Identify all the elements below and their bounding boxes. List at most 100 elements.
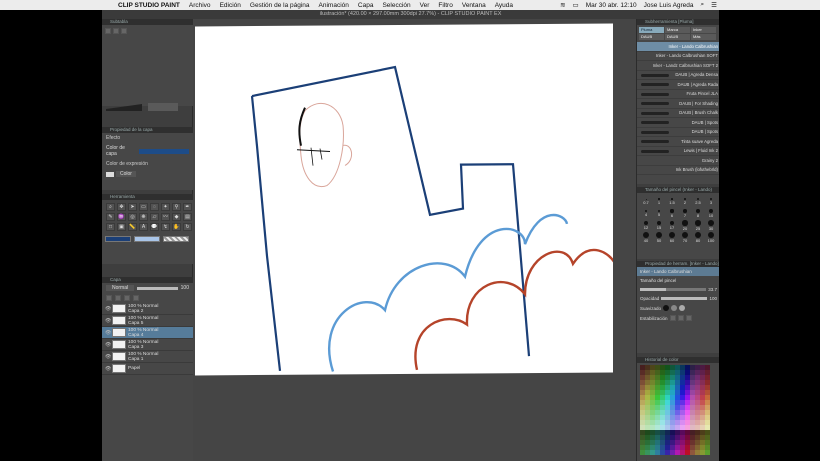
menu-animacion[interactable]: Animación	[319, 2, 349, 9]
brush-size-option[interactable]: 25	[692, 220, 704, 231]
decoration-tool-icon[interactable]: ❋	[139, 213, 148, 221]
stabilization-btn[interactable]	[677, 315, 684, 321]
layer-btn[interactable]	[106, 295, 112, 301]
drawing-canvas[interactable]	[195, 23, 617, 376]
search-icon[interactable]: ⌕	[701, 1, 705, 9]
layer-row-selected[interactable]: 👁 100 % Normal Capa 4	[102, 327, 193, 339]
menu-edicion[interactable]: Edición	[220, 2, 241, 9]
battery-icon[interactable]: ▭	[573, 1, 579, 9]
brush-size-slider[interactable]	[640, 288, 707, 291]
brush-size-option[interactable]: 10	[705, 208, 717, 219]
menu-ver[interactable]: Ver	[420, 2, 430, 9]
eye-icon[interactable]: 👁	[105, 342, 111, 348]
main-color-swatch[interactable]	[105, 236, 131, 242]
brush-size-option[interactable]: 20	[679, 220, 691, 231]
brush-size-option[interactable]: 8	[692, 208, 704, 219]
expression-color-select[interactable]: Color	[116, 171, 136, 177]
menu-ayuda[interactable]: Ayuda	[495, 2, 513, 9]
layer-row-paper[interactable]: 👁 Papel	[102, 363, 193, 375]
eraser-tool-icon[interactable]: ▱	[150, 213, 159, 221]
brush-tool-icon[interactable]: ♒	[117, 213, 126, 221]
brush-size-option[interactable]: 1	[653, 196, 665, 207]
stabilization-btn[interactable]	[685, 315, 692, 321]
tab-daub-1[interactable]: DAUB	[639, 34, 664, 40]
layer-btn[interactable]	[133, 295, 139, 301]
smoothing-icon[interactable]	[663, 305, 670, 311]
brush-item[interactable]: Grainy 2	[637, 156, 720, 166]
gradient-tool-icon[interactable]: ▤	[183, 213, 192, 221]
brush-size-option[interactable]: 4	[640, 208, 652, 219]
color-swatch[interactable]	[705, 450, 710, 455]
brush-item[interactable]: Ink Brush (lofuthebrld)	[637, 166, 720, 175]
layer-row[interactable]: 👁 100 % Normal Capa 2	[102, 303, 193, 315]
tab-inker[interactable]: Inker	[691, 27, 716, 33]
brush-size-option[interactable]: 2	[679, 196, 691, 207]
brush-size-option[interactable]: 15	[653, 220, 665, 231]
brush-item[interactable]: DAUB | Spots	[637, 128, 720, 137]
brush-item[interactable]: DAUB | Brush Chalk	[637, 109, 720, 118]
brush-item[interactable]: DAUB | Spots	[637, 118, 720, 128]
fill-tool-icon[interactable]: ◆	[172, 213, 181, 221]
brush-item[interactable]: DAUB | Agreda Rada	[637, 80, 720, 90]
layer-opacity-slider[interactable]	[137, 286, 178, 290]
brush-item[interactable]: Inker - Lando Calbrushian SOFT	[637, 52, 720, 61]
airbrush-tool-icon[interactable]: ◎	[128, 213, 137, 221]
brush-item[interactable]: DAUB | For Shading	[637, 99, 720, 109]
brush-size-option[interactable]: 50	[653, 232, 665, 243]
blend-tool-icon[interactable]: 〰	[161, 213, 170, 221]
menu-seleccion[interactable]: Selección	[382, 2, 410, 9]
brush-size-value[interactable]: 33.7	[708, 287, 717, 292]
smoothing-icon[interactable]	[671, 305, 678, 311]
subtool-btn[interactable]	[105, 28, 111, 34]
brush-size-option[interactable]: 17	[666, 220, 678, 231]
tab-marca[interactable]: Marca	[665, 27, 690, 33]
eye-icon[interactable]: 👁	[105, 306, 111, 312]
figure-tool-icon[interactable]: □	[106, 223, 115, 231]
menu-gestion-pagina[interactable]: Gestión de la página	[250, 2, 310, 9]
subtool-btn[interactable]	[113, 28, 119, 34]
eye-icon[interactable]: 👁	[105, 330, 111, 336]
brush-size-option[interactable]: 30	[705, 220, 717, 231]
menu-list-icon[interactable]: ☰	[711, 1, 717, 9]
eye-icon[interactable]: 👁	[105, 366, 111, 372]
sub-color-swatch[interactable]	[134, 236, 160, 242]
menu-filtro[interactable]: Filtro	[438, 2, 452, 9]
text-tool-icon[interactable]: A	[139, 223, 148, 231]
menu-archivo[interactable]: Archivo	[189, 2, 211, 9]
opacity-slider[interactable]	[661, 297, 708, 300]
brush-size-option[interactable]: 12	[640, 220, 652, 231]
layer-row[interactable]: 👁 100 % Normal Capa 3	[102, 339, 193, 351]
user-name[interactable]: Jose Luis Agreda	[644, 2, 694, 9]
transparent-color-swatch[interactable]	[163, 236, 189, 242]
subtool-btn[interactable]	[121, 28, 127, 34]
wifi-icon[interactable]: ≋	[560, 1, 565, 9]
layer-opacity-value[interactable]: 100	[181, 285, 189, 291]
balloon-tool-icon[interactable]: 💬	[150, 223, 159, 231]
brush-item[interactable]: Tinta suave Agreda	[637, 137, 720, 147]
eye-icon[interactable]: 👁	[105, 318, 111, 324]
eye-icon[interactable]: 👁	[105, 354, 111, 360]
pencil-tool-icon[interactable]: ✎	[106, 213, 115, 221]
brush-size-option[interactable]: 7	[679, 208, 691, 219]
stabilization-btn[interactable]	[669, 315, 676, 321]
correction-tool-icon[interactable]: ↯	[161, 223, 170, 231]
operation-tool-icon[interactable]: ➤	[128, 203, 137, 211]
brush-size-option[interactable]: 6	[666, 208, 678, 219]
wand-tool-icon[interactable]: ✦	[161, 203, 170, 211]
move-tool-icon[interactable]: ✥	[117, 203, 126, 211]
clock[interactable]: Mar 30 abr. 12:10	[586, 2, 637, 9]
brush-size-option[interactable]: 100	[705, 232, 717, 243]
brush-size-option[interactable]: 70	[679, 232, 691, 243]
tab-pluma[interactable]: Pluma	[639, 27, 664, 33]
layer-row[interactable]: 👁 100 % Normal Capa 1	[102, 351, 193, 363]
app-menu[interactable]: CLIP STUDIO PAINT	[118, 2, 180, 9]
brush-size-option[interactable]: 3	[705, 196, 717, 207]
brush-size-option[interactable]: 2.5	[692, 196, 704, 207]
brush-size-option[interactable]: 60	[666, 232, 678, 243]
brush-item-selected[interactable]: Inker - Lando Calbrushian	[637, 42, 720, 52]
layer-row[interactable]: 👁 100 % Normal Capa 5	[102, 315, 193, 327]
opacity-value[interactable]: 100	[709, 296, 717, 301]
layer-color-row[interactable]: Color de capa	[102, 143, 193, 159]
menu-ventana[interactable]: Ventana	[462, 2, 486, 9]
brush-item[interactable]: Inker - Landz Calbrushian SOFT 2	[637, 61, 720, 71]
